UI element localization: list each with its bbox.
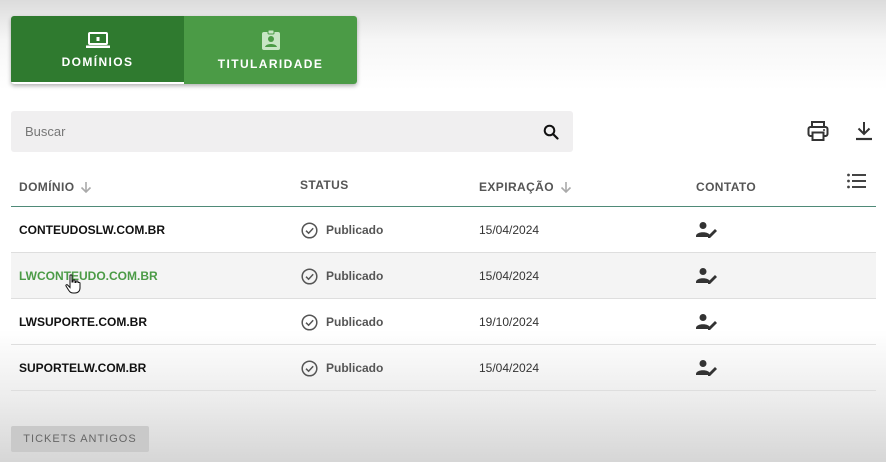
check-circle-icon [301,359,318,377]
arrow-down-icon [81,182,92,193]
column-expiracao[interactable]: EXPIRAÇÃO [479,180,572,194]
print-icon[interactable] [807,120,829,142]
edit-contact-icon[interactable] [696,299,718,345]
tab-dominios[interactable]: DOMÍNIOS [11,16,184,84]
status-cell: Publicado [301,345,383,391]
expiration-date: 19/10/2024 [479,315,540,329]
table-row[interactable]: CONTEUDOSLW.COM.BR Publicado 15/04/2024 [11,207,876,253]
hand-pointer-cursor-icon [65,274,81,294]
table-row[interactable]: SUPORTELW.COM.BR Publicado 15/04/2024 [11,345,876,391]
status-cell: Publicado [301,253,383,299]
column-dominio-label: DOMÍNIO [19,180,75,194]
search-box [11,111,573,152]
column-status-label: STATUS [300,178,349,192]
status-cell: Publicado [301,299,383,345]
search-input[interactable] [25,124,543,139]
check-circle-icon [301,221,318,239]
contact-badge-icon [261,29,280,50]
table-row[interactable]: LWSUPORTE.COM.BR Publicado 19/10/2024 [11,299,876,345]
status-label: Publicado [326,315,384,329]
status-label: Publicado [326,223,384,237]
tab-bar: DOMÍNIOS TITULARIDADE [11,16,357,84]
expiration-date: 15/04/2024 [479,269,540,283]
arrow-down-icon [560,182,572,193]
old-tickets-button[interactable]: TICKETS ANTIGOS [11,426,149,452]
tab-dominios-label: DOMÍNIOS [61,55,134,69]
tab-titularidade[interactable]: TITULARIDADE [184,16,357,84]
column-contato-label: CONTATO [696,180,757,194]
table-header: DOMÍNIO STATUS EXPIRAÇÃO CONTATO [11,168,876,207]
domain-name[interactable]: LWSUPORTE.COM.BR [19,299,147,345]
edit-contact-icon[interactable] [696,345,718,391]
laptop-icon [85,32,110,48]
edit-contact-icon[interactable] [696,253,718,299]
column-contato: CONTATO [696,180,756,194]
status-label: Publicado [326,361,384,375]
column-expiracao-label: EXPIRAÇÃO [479,180,554,194]
expiration-date: 15/04/2024 [479,223,540,237]
domain-name[interactable]: LWCONTEUDO.COM.BR [19,253,158,299]
domain-name[interactable]: SUPORTELW.COM.BR [19,345,146,391]
tab-titularidade-label: TITULARIDADE [217,57,324,71]
check-circle-icon [301,267,318,285]
status-label: Publicado [326,269,384,283]
column-settings-list-icon[interactable] [847,173,866,189]
search-icon[interactable] [543,124,559,140]
table-row[interactable]: LWCONTEUDO.COM.BR Publicado 15/04/2024 [11,253,876,299]
expiration-date: 15/04/2024 [479,361,540,375]
column-dominio[interactable]: DOMÍNIO [19,180,92,194]
check-circle-icon [301,313,318,331]
domain-name[interactable]: CONTEUDOSLW.COM.BR [19,207,165,253]
column-status: STATUS [300,178,349,192]
download-icon[interactable] [853,120,875,142]
edit-contact-icon[interactable] [696,207,718,253]
status-cell: Publicado [301,207,383,253]
